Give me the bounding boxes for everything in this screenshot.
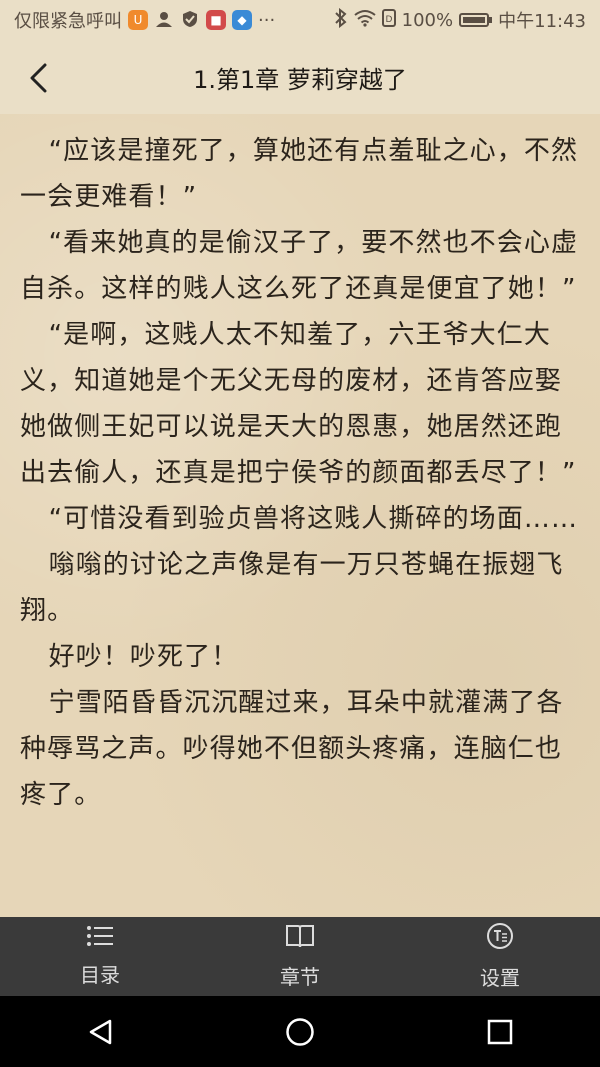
settings-button[interactable]: 设置 — [400, 917, 600, 996]
catalog-label: 目录 — [80, 963, 120, 987]
paragraph: 宁雪陌昏昏沉沉醒过来，耳朵中就灌满了各种辱骂之声。吵得她不但额头疼痛，连脑仁也疼… — [20, 688, 564, 810]
nav-home-button[interactable] — [270, 1002, 330, 1062]
reading-area[interactable]: “应该是撞死了，算她还有点羞耻之心，不然一会更难看！” “看来她真的是偷汉子了，… — [0, 114, 600, 917]
reader-header: 1.第1章 萝莉穿越了 — [0, 40, 600, 114]
paragraph: 嗡嗡的讨论之声像是有一万只苍蝇在振翅飞翔。 — [20, 550, 564, 626]
text-settings-icon — [487, 923, 513, 949]
nav-recent-button[interactable] — [470, 1002, 530, 1062]
paragraph: “应该是撞死了，算她还有点羞耻之心，不然一会更难看！” — [20, 136, 579, 212]
clock: 中午11:43 — [498, 11, 586, 32]
data-saver-icon: D — [381, 8, 396, 33]
wifi-icon — [354, 9, 376, 32]
app-notification-icon: ■ — [206, 10, 226, 30]
home-circle-icon — [286, 1017, 314, 1046]
back-triangle-icon — [89, 1019, 112, 1044]
paragraph: “可惜没看到验贞兽将这贱人撕碎的场面…… — [48, 504, 579, 534]
more-notifications-icon: ··· — [258, 9, 276, 31]
chapter-button[interactable]: 章节 — [200, 917, 400, 996]
reader-toolbar: 目录 章节 设置 — [0, 917, 600, 996]
shield-icon — [180, 10, 200, 30]
chapter-title: 1.第1章 萝莉穿越了 — [193, 65, 407, 94]
status-left: 仅限紧急呼叫 U ■ ◆ ··· — [14, 7, 275, 33]
svg-text:D: D — [385, 15, 392, 25]
paragraph: “看来她真的是偷汉子了，要不然也不会心虚自杀。这样的贱人这么死了还真是便宜了她！… — [20, 228, 579, 304]
message-notification-icon: ◆ — [232, 10, 252, 30]
paragraph: “是啊，这贱人太不知羞了，六王爷大仁大义，知道她是个无父无母的废材，还肯答应娶她… — [20, 320, 577, 488]
back-button[interactable] — [18, 58, 58, 98]
catalog-button[interactable]: 目录 — [0, 917, 200, 996]
battery-icon — [459, 13, 490, 27]
chapter-label: 章节 — [280, 965, 320, 989]
battery-tip-icon — [489, 17, 493, 23]
system-nav-bar — [0, 996, 600, 1067]
uc-browser-icon: U — [128, 10, 148, 30]
status-bar: 仅限紧急呼叫 U ■ ◆ ··· D 100% 中午11:43 — [0, 0, 600, 40]
user-icon — [154, 10, 174, 30]
status-right: D 100% 中午11:43 — [334, 7, 586, 33]
paragraph: 好吵！吵死了！ — [48, 642, 239, 672]
book-icon — [286, 925, 314, 948]
recent-square-icon — [487, 1019, 513, 1044]
nav-back-button[interactable] — [70, 1002, 130, 1062]
list-icon — [87, 926, 113, 946]
settings-label: 设置 — [480, 966, 520, 990]
chevron-left-icon — [30, 63, 47, 93]
emergency-call-text: 仅限紧急呼叫 — [14, 11, 122, 32]
bluetooth-icon — [334, 7, 348, 33]
chapter-content: “应该是撞死了，算她还有点羞耻之心，不然一会更难看！” “看来她真的是偷汉子了，… — [20, 128, 584, 818]
battery-percent: 100% — [401, 9, 454, 31]
